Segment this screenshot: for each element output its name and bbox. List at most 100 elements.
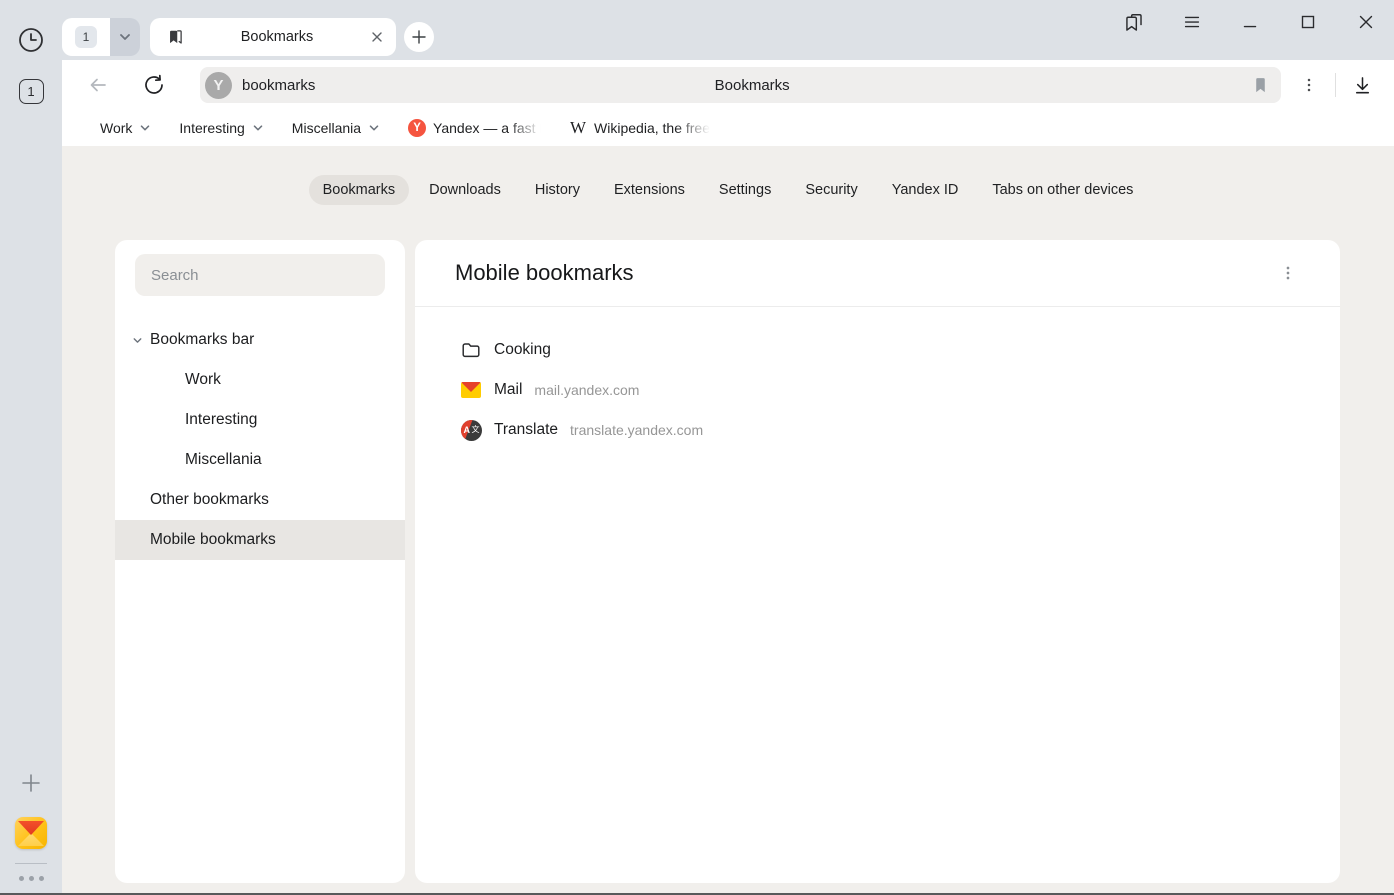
main-panel-header: Mobile bookmarks bbox=[415, 240, 1340, 306]
search-input[interactable] bbox=[135, 254, 385, 296]
chevron-down-icon[interactable] bbox=[128, 331, 146, 349]
bookmarks-bar: Work Interesting Miscellania Y Yandex — … bbox=[62, 110, 1394, 146]
tab-bookmarks[interactable]: Bookmarks bbox=[309, 175, 410, 205]
bookmarks-bar-folder-work[interactable]: Work bbox=[86, 116, 165, 140]
address-text[interactable]: bookmarks bbox=[242, 77, 315, 94]
yandex-mail-favicon bbox=[460, 379, 482, 401]
tab-group-chevron-button[interactable] bbox=[110, 18, 140, 56]
tab-other-devices[interactable]: Tabs on other devices bbox=[978, 175, 1147, 205]
history-clock-icon[interactable] bbox=[17, 26, 45, 54]
kebab-icon bbox=[1278, 263, 1298, 283]
browser-menu-button[interactable] bbox=[1180, 10, 1204, 34]
bookmark-url: translate.yandex.com bbox=[570, 422, 703, 438]
folder-title: Mobile bookmarks bbox=[455, 260, 1276, 286]
bookmark-label: Translate bbox=[494, 421, 558, 439]
back-button[interactable] bbox=[84, 71, 112, 99]
tab-security[interactable]: Security bbox=[791, 175, 871, 205]
bookmarks-main-panel: Mobile bookmarks bbox=[415, 240, 1340, 883]
bookmark-list: Cooking Mail mail.yandex.com A bbox=[415, 307, 1340, 450]
active-tab-title: Bookmarks bbox=[184, 29, 370, 45]
page-actions-kebab-button[interactable] bbox=[1295, 71, 1323, 99]
tab-yandex-id[interactable]: Yandex ID bbox=[878, 175, 973, 205]
bookmark-flag-icon[interactable] bbox=[1249, 74, 1271, 96]
link-label: Wikipedia, the free bbox=[594, 120, 710, 136]
maximize-button[interactable] bbox=[1296, 10, 1320, 34]
downloads-button[interactable] bbox=[1348, 71, 1376, 99]
manager-nav-tabs: Bookmarks Downloads History Extensions S… bbox=[62, 175, 1394, 205]
tab-group-control[interactable]: 1 bbox=[62, 18, 140, 56]
address-bar[interactable]: Y bookmarks Bookmarks bbox=[200, 67, 1281, 103]
tab-close-icon[interactable] bbox=[370, 30, 384, 44]
tab-settings[interactable]: Settings bbox=[705, 175, 785, 205]
bookmark-url: mail.yandex.com bbox=[534, 382, 639, 398]
browser-main-column: 1 Bookmarks bbox=[62, 0, 1394, 895]
panels-icon bbox=[1123, 11, 1146, 34]
tree-item-other-bookmarks[interactable]: Other bookmarks bbox=[115, 480, 405, 520]
bookmarks-bar-link-yandex[interactable]: Y Yandex — a fast In bbox=[394, 115, 555, 141]
reload-button[interactable] bbox=[140, 71, 168, 99]
yandex-favicon: Y bbox=[408, 119, 426, 137]
folder-tree: Bookmarks bar Work Interesting Miscellan… bbox=[115, 320, 405, 560]
tree-item-miscellania[interactable]: Miscellania bbox=[115, 440, 405, 480]
wikipedia-favicon: W bbox=[569, 119, 587, 137]
folder-label: Work bbox=[100, 120, 132, 136]
folder-label: Miscellania bbox=[292, 120, 361, 136]
site-badge-icon[interactable]: Y bbox=[205, 72, 232, 99]
plus-icon bbox=[411, 29, 427, 45]
reload-icon bbox=[142, 73, 166, 97]
tab-strip: 1 Bookmarks bbox=[62, 0, 1394, 60]
bookmark-label: Cooking bbox=[494, 341, 551, 359]
close-icon bbox=[1355, 11, 1377, 33]
tab-extensions[interactable]: Extensions bbox=[600, 175, 699, 205]
bookmarks-bar-link-wikipedia[interactable]: W Wikipedia, the free bbox=[555, 115, 724, 141]
yandex-mail-app-icon[interactable] bbox=[15, 817, 47, 849]
rail-add-plus-icon[interactable] bbox=[19, 771, 43, 795]
folders-sidebar: Bookmarks bar Work Interesting Miscellan… bbox=[115, 240, 405, 883]
tab-history[interactable]: History bbox=[521, 175, 594, 205]
list-item-cooking[interactable]: Cooking bbox=[415, 330, 1340, 370]
tab-downloads[interactable]: Downloads bbox=[415, 175, 515, 205]
tab-group-left[interactable]: 1 bbox=[62, 18, 110, 56]
bookmarks-manager-page: Bookmarks Downloads History Extensions S… bbox=[62, 146, 1394, 895]
folder-label: Interesting bbox=[179, 120, 244, 136]
download-icon bbox=[1351, 74, 1374, 97]
back-arrow-icon bbox=[86, 73, 110, 97]
close-window-button[interactable] bbox=[1354, 10, 1378, 34]
bookmarks-bar-folder-interesting[interactable]: Interesting bbox=[165, 116, 277, 140]
tree-item-work[interactable]: Work bbox=[115, 360, 405, 400]
folder-actions-kebab-button[interactable] bbox=[1276, 261, 1300, 285]
rail-divider bbox=[15, 863, 47, 864]
chevron-down-icon bbox=[118, 30, 132, 44]
folder-icon bbox=[460, 339, 482, 361]
list-item-translate[interactable]: A 文 Translate translate.yandex.com bbox=[415, 410, 1340, 450]
minimize-icon bbox=[1239, 11, 1261, 33]
tree-item-label: Mobile bookmarks bbox=[150, 531, 276, 549]
tree-item-interesting[interactable]: Interesting bbox=[115, 400, 405, 440]
panels-container: Bookmarks bar Work Interesting Miscellan… bbox=[115, 240, 1340, 883]
tree-item-bookmarks-bar[interactable]: Bookmarks bar bbox=[115, 320, 405, 360]
page-title: Bookmarks bbox=[315, 77, 1249, 94]
bookmark-label: Mail bbox=[494, 381, 522, 399]
window-controls bbox=[1122, 10, 1378, 34]
toolbar-separator bbox=[1335, 73, 1336, 97]
rail-more-apps-icon[interactable] bbox=[19, 876, 44, 881]
chevron-down-icon bbox=[252, 122, 264, 134]
kebab-icon bbox=[1299, 75, 1319, 95]
maximize-icon bbox=[1297, 11, 1319, 33]
tree-item-label: Work bbox=[185, 371, 221, 389]
minimize-button[interactable] bbox=[1238, 10, 1262, 34]
list-item-mail[interactable]: Mail mail.yandex.com bbox=[415, 370, 1340, 410]
tree-item-label: Other bookmarks bbox=[150, 491, 269, 509]
toolbar: Y bookmarks Bookmarks bbox=[62, 60, 1394, 110]
bookmarks-bar-folder-miscellania[interactable]: Miscellania bbox=[278, 116, 394, 140]
new-tab-button[interactable] bbox=[404, 22, 434, 52]
tree-item-mobile-bookmarks[interactable]: Mobile bookmarks bbox=[115, 520, 405, 560]
link-label: Yandex — a fast In bbox=[433, 120, 541, 136]
active-tab[interactable]: Bookmarks bbox=[150, 18, 396, 56]
mail-app-flap bbox=[18, 821, 44, 835]
tree-item-label: Miscellania bbox=[185, 451, 262, 469]
bookmark-favicon-icon bbox=[166, 28, 184, 46]
rail-tab-counter[interactable]: 1 bbox=[19, 79, 44, 104]
side-panel-bookmarks-button[interactable] bbox=[1122, 10, 1146, 34]
yandex-translate-favicon: A 文 bbox=[460, 419, 482, 441]
